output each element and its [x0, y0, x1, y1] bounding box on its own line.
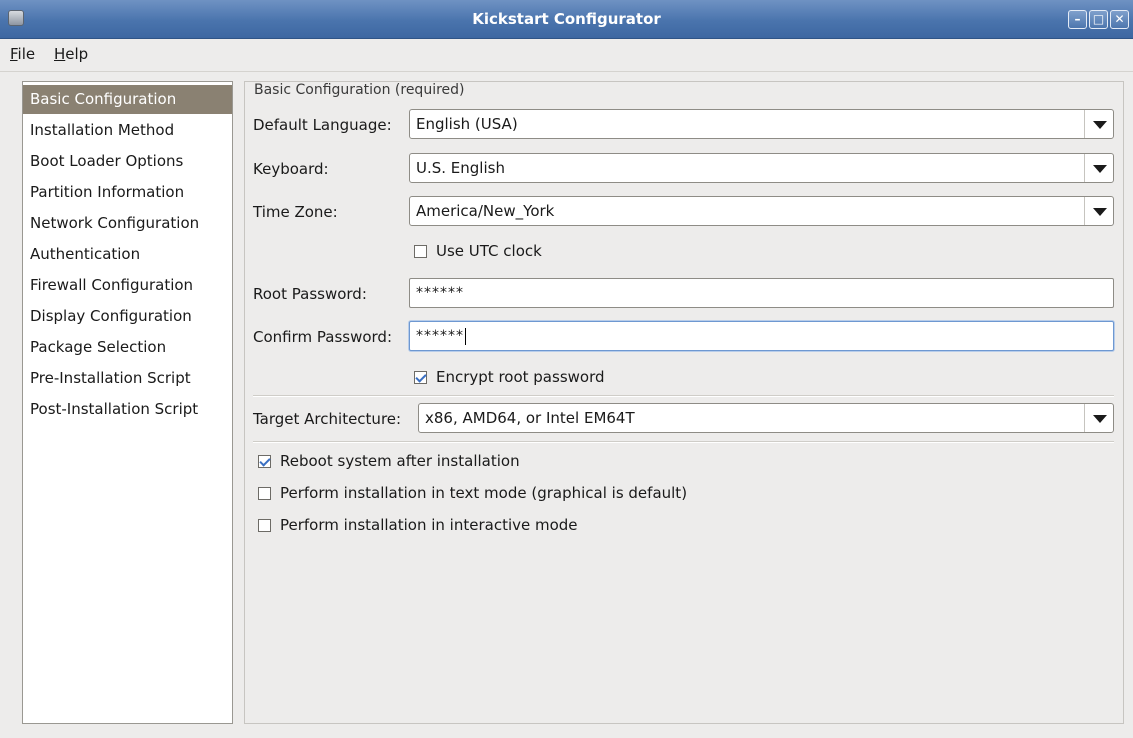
minimize-button[interactable]: – — [1068, 10, 1087, 29]
interactive-label: Perform installation in interactive mode — [280, 516, 578, 534]
chevron-down-icon[interactable] — [1084, 110, 1113, 138]
maximize-button[interactable]: □ — [1089, 10, 1108, 29]
separator — [253, 395, 1114, 397]
menu-help-mnemonic: H — [54, 45, 66, 63]
window-controls: – □ ✕ — [1068, 10, 1129, 30]
kickstart-window: Kickstart Configurator – □ ✕ File Help B… — [0, 0, 1133, 738]
sidebar-item-firewall-configuration[interactable]: Firewall Configuration — [23, 271, 232, 300]
interactive-checkbox[interactable] — [258, 518, 271, 532]
text-mode-checkbox-row[interactable]: Perform installation in text mode (graph… — [258, 482, 687, 504]
title-bar[interactable]: Kickstart Configurator – □ ✕ — [0, 0, 1133, 39]
window-title: Kickstart Configurator — [472, 10, 661, 28]
root-password-field[interactable]: ****** — [409, 278, 1114, 308]
root-password-label: Root Password: — [253, 285, 367, 303]
close-button[interactable]: ✕ — [1110, 10, 1129, 29]
time-zone-value: America/New_York — [416, 202, 555, 220]
text-mode-checkbox[interactable] — [258, 486, 271, 500]
keyboard-label: Keyboard: — [253, 160, 329, 178]
keyboard-value: U.S. English — [416, 159, 505, 177]
target-architecture-combo[interactable]: x86, AMD64, or Intel EM64T — [418, 403, 1114, 433]
text-mode-label: Perform installation in text mode (graph… — [280, 484, 688, 502]
target-architecture-label: Target Architecture: — [253, 410, 402, 428]
separator — [253, 441, 1114, 443]
confirm-password-text: ****** — [416, 328, 464, 344]
root-password-value: ****** — [416, 285, 464, 301]
sidebar-item-installation-method[interactable]: Installation Method — [23, 116, 232, 145]
reboot-checkbox[interactable] — [258, 454, 271, 468]
target-architecture-value: x86, AMD64, or Intel EM64T — [425, 409, 635, 427]
menu-help[interactable]: Help — [54, 45, 88, 63]
keyboard-combo[interactable]: U.S. English — [409, 153, 1114, 183]
menu-bar: File Help — [0, 39, 1133, 72]
confirm-password-value: ****** — [416, 322, 466, 350]
text-caret — [465, 327, 466, 345]
encrypt-root-checkbox-row[interactable]: Encrypt root password — [414, 366, 605, 388]
reboot-checkbox-row[interactable]: Reboot system after installation — [258, 450, 520, 472]
group-title: Basic Configuration (required) — [251, 82, 468, 98]
time-zone-combo[interactable]: America/New_York — [409, 196, 1114, 226]
interactive-checkbox-row[interactable]: Perform installation in interactive mode — [258, 514, 578, 536]
menu-file-mnemonic: F — [10, 45, 18, 63]
default-language-label: Default Language: — [253, 116, 392, 134]
sidebar-item-boot-loader-options[interactable]: Boot Loader Options — [23, 147, 232, 176]
default-language-combo[interactable]: English (USA) — [409, 109, 1114, 139]
sidebar-item-post-installation-script[interactable]: Post-Installation Script — [23, 395, 232, 424]
sidebar-item-authentication[interactable]: Authentication — [23, 240, 232, 269]
section-list: Basic Configuration Installation Method … — [22, 81, 233, 724]
sidebar-item-network-configuration[interactable]: Network Configuration — [23, 209, 232, 238]
utc-clock-checkbox-row[interactable]: Use UTC clock — [414, 240, 542, 262]
menu-file-label: ile — [17, 45, 36, 63]
sidebar-item-display-configuration[interactable]: Display Configuration — [23, 302, 232, 331]
utc-clock-checkbox[interactable] — [414, 244, 427, 258]
chevron-down-icon[interactable] — [1084, 197, 1113, 225]
sidebar-item-partition-information[interactable]: Partition Information — [23, 178, 232, 207]
menu-help-label: elp — [65, 45, 89, 63]
menu-file[interactable]: File — [10, 45, 35, 63]
encrypt-root-label: Encrypt root password — [436, 368, 605, 386]
chevron-down-icon[interactable] — [1084, 154, 1113, 182]
confirm-password-field[interactable]: ****** — [409, 321, 1114, 351]
chevron-down-icon[interactable] — [1084, 404, 1113, 432]
confirm-password-label: Confirm Password: — [253, 328, 393, 346]
utc-clock-label: Use UTC clock — [436, 242, 542, 260]
encrypt-root-checkbox[interactable] — [414, 370, 427, 384]
time-zone-label: Time Zone: — [253, 203, 338, 221]
default-language-value: English (USA) — [416, 115, 518, 133]
reboot-label: Reboot system after installation — [280, 452, 520, 470]
sidebar-item-basic-configuration[interactable]: Basic Configuration — [23, 85, 232, 114]
sidebar-item-package-selection[interactable]: Package Selection — [23, 333, 232, 362]
sidebar-item-pre-installation-script[interactable]: Pre-Installation Script — [23, 364, 232, 393]
